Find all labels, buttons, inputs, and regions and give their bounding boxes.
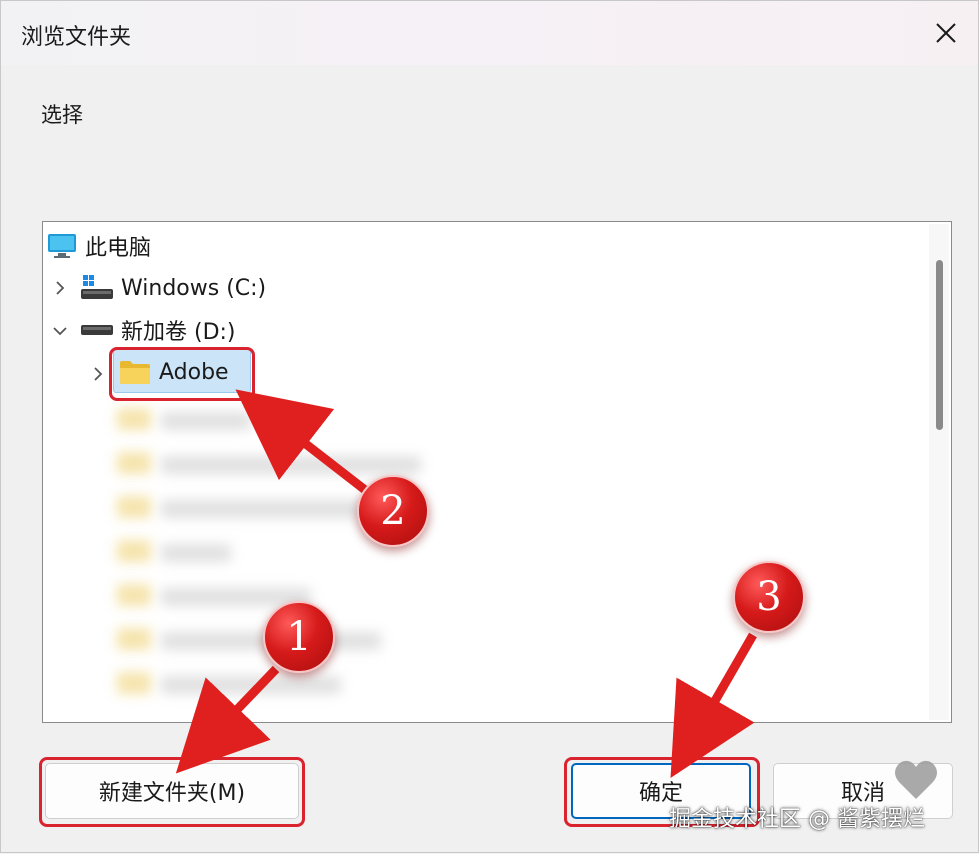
blurred-folder-icon <box>117 628 151 650</box>
expand-chevron[interactable] <box>89 365 107 383</box>
blurred-row <box>161 456 421 474</box>
folder-icon <box>120 361 150 384</box>
expand-chevron[interactable] <box>51 279 69 297</box>
tree-item-label: Adobe <box>159 359 229 385</box>
tree-item-label: 此电脑 <box>85 236 152 261</box>
new-folder-button[interactable]: 新建文件夹(M) <box>45 763 299 819</box>
blurred-folder-icon <box>117 672 151 694</box>
tree-item-this-pc[interactable]: 此电脑 <box>47 226 151 266</box>
watermark-text: 掘金技术社区 @ 酱紫摆烂 <box>669 807 925 832</box>
window-title: 浏览文件夹 <box>21 25 132 50</box>
annotation-badge-1: 1 <box>263 601 335 673</box>
dialog-prompt: 选择 <box>41 103 83 127</box>
tree-item-label: 新加卷 (D:) <box>121 320 236 345</box>
monitor-icon <box>48 234 76 258</box>
close-icon <box>936 23 956 43</box>
folder-tree[interactable]: 此电脑 Windows (C:) 新加卷 (D:) Adobe <box>42 221 952 723</box>
annotation-badge-3: 3 <box>733 561 805 633</box>
blurred-row <box>161 412 251 430</box>
browse-folder-dialog: 浏览文件夹 选择 此电脑 Windows (C:) 新加卷 (D:) Adobe… <box>0 0 979 853</box>
tree-item-adobe[interactable]: Adobe <box>119 352 229 392</box>
blurred-row <box>161 500 361 518</box>
chevron-right-icon <box>56 281 65 295</box>
chevron-right-icon <box>94 367 103 381</box>
blurred-folder-icon <box>117 496 151 518</box>
blurred-row <box>161 544 231 562</box>
blurred-folder-icon <box>117 540 151 562</box>
windows-drive-icon <box>81 275 113 299</box>
annotation-badge-2: 2 <box>357 475 429 547</box>
tree-item-label: Windows (C:) <box>121 275 267 301</box>
tree-item-drive-c[interactable]: Windows (C:) <box>81 268 266 308</box>
blurred-folder-icon <box>117 452 151 474</box>
drive-icon <box>81 325 113 335</box>
vertical-scrollbar[interactable] <box>929 224 949 720</box>
close-button[interactable] <box>928 15 964 51</box>
title-bar: 浏览文件夹 <box>1 1 978 65</box>
scrollbar-thumb[interactable] <box>936 260 943 430</box>
blurred-folder-icon <box>117 584 151 606</box>
collapse-chevron[interactable] <box>51 322 69 340</box>
blurred-folder-icon <box>117 408 151 430</box>
chevron-down-icon <box>53 327 67 336</box>
blurred-row <box>161 676 341 694</box>
tree-item-drive-d[interactable]: 新加卷 (D:) <box>81 310 236 350</box>
heart-icon <box>895 760 937 799</box>
